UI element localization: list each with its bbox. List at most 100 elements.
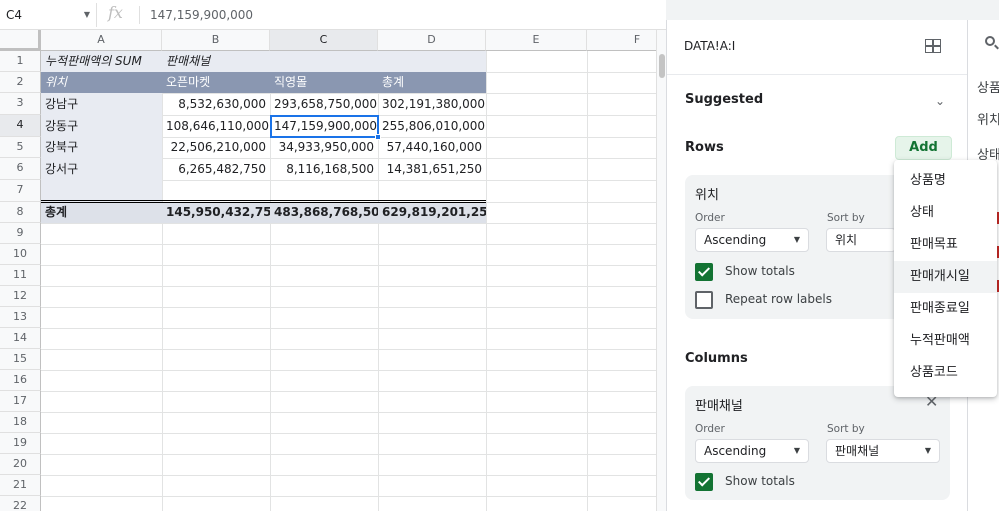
sort-by-select[interactable]: 판매채널 ▼ xyxy=(826,439,940,463)
pivot-column-field[interactable]: 판매채널 xyxy=(162,51,270,72)
pivot-row-label[interactable]: 강동구 xyxy=(41,116,162,137)
dropdown-item[interactable]: 판매목표 xyxy=(894,229,997,261)
row-header[interactable]: 14 xyxy=(0,328,41,349)
col-header-c[interactable]: C xyxy=(270,30,378,51)
pivot-cell[interactable]: 108,646,110,000 xyxy=(162,116,270,137)
repeat-labels-checkbox[interactable] xyxy=(695,291,713,309)
scrollbar-thumb[interactable] xyxy=(659,54,665,78)
formula-divider xyxy=(139,6,140,24)
sort-by-select[interactable]: 위치 xyxy=(826,228,896,252)
dropdown-arrow-icon: ▼ xyxy=(924,446,931,455)
fill-handle[interactable] xyxy=(375,134,381,140)
row-header[interactable]: 8 xyxy=(0,202,41,223)
show-totals-checkbox[interactable] xyxy=(695,263,713,281)
order-value: Ascending xyxy=(704,233,767,247)
pivot-cell[interactable]: 14,381,651,250 xyxy=(378,159,486,180)
row-header[interactable]: 22 xyxy=(0,496,41,511)
pivot-value-label[interactable]: 누적판매액의 SUM xyxy=(41,51,162,72)
add-row-button[interactable]: Add xyxy=(895,136,952,160)
pivot-cell[interactable]: 57,440,160,000 xyxy=(378,137,486,158)
pivot-cell[interactable]: 293,658,750,000 xyxy=(270,94,378,115)
order-value: Ascending xyxy=(704,444,767,458)
formula-bar: C4 ▼ fx 147,159,900,000 xyxy=(0,0,666,30)
row-header[interactable]: 17 xyxy=(0,391,41,412)
row-header[interactable]: 15 xyxy=(0,349,41,370)
col-header-a[interactable]: A xyxy=(41,30,162,51)
dropdown-item[interactable]: 상품코드 xyxy=(894,357,997,389)
row-header[interactable]: 19 xyxy=(0,433,41,454)
row-header[interactable]: 3 xyxy=(0,93,41,115)
row-header[interactable]: 7 xyxy=(0,180,41,202)
row-header[interactable]: 21 xyxy=(0,475,41,496)
search-icon[interactable] xyxy=(985,36,995,46)
suggested-title[interactable]: Suggested xyxy=(685,92,763,107)
row-header[interactable]: 1 xyxy=(0,51,41,72)
pivot-total-cell[interactable]: 629,819,201,250 xyxy=(378,202,486,223)
dropdown-arrow-icon: ▼ xyxy=(793,446,800,455)
pivot-row-label[interactable]: 강남구 xyxy=(41,94,162,115)
gridline xyxy=(41,475,656,476)
pivot-cell[interactable]: 302,191,380,000 xyxy=(378,94,486,115)
row-header[interactable]: 13 xyxy=(0,307,41,328)
pivot-grand-total-label[interactable]: 총계 xyxy=(41,202,162,223)
row-header[interactable]: 16 xyxy=(0,370,41,391)
pivot-row-field[interactable]: 위치 xyxy=(41,72,162,93)
col-header-d[interactable]: D xyxy=(378,30,486,51)
sheet-grid[interactable]: A B C D E F 1 2 3 4 5 6 7 8 9 10 11 12 1… xyxy=(0,30,656,511)
row-header[interactable]: 2 xyxy=(0,72,41,93)
add-field-dropdown: 상품명 상태 판매목표 판매개시일 판매종료일 누적판매액 상품코드 xyxy=(894,160,997,397)
column-field-card: 판매채널 ✕ Order Ascending ▼ Sort by 판매채널 ▼ … xyxy=(685,386,950,500)
field-item[interactable]: 상품 xyxy=(977,77,999,96)
row-field-title: 위치 xyxy=(695,188,719,203)
dropdown-item[interactable]: 판매종료일 xyxy=(894,293,997,325)
data-range[interactable]: DATA!A:I xyxy=(684,39,735,53)
pivot-col-header[interactable]: 직영몰 xyxy=(270,72,378,93)
row-header[interactable]: 20 xyxy=(0,454,41,475)
row-header[interactable]: 10 xyxy=(0,244,41,265)
order-select[interactable]: Ascending ▼ xyxy=(695,439,809,463)
show-totals-checkbox[interactable] xyxy=(695,473,713,491)
pivot-cell[interactable]: 255,806,010,000 xyxy=(378,116,486,137)
pivot-cell[interactable]: 22,506,210,000 xyxy=(162,137,270,158)
col-header-e[interactable]: E xyxy=(486,30,587,51)
repeat-labels-label: Repeat row labels xyxy=(725,292,832,306)
gridline xyxy=(41,349,656,350)
name-box[interactable]: C4 ▼ xyxy=(0,3,97,27)
row-header[interactable]: 11 xyxy=(0,265,41,286)
dropdown-item-hovered[interactable]: 판매개시일 xyxy=(894,261,997,293)
divider xyxy=(667,74,968,75)
formula-input[interactable]: 147,159,900,000 xyxy=(150,8,253,22)
sort-by-value: 판매채널 xyxy=(835,444,880,458)
order-select[interactable]: Ascending ▼ xyxy=(695,228,809,252)
fx-icon: fx xyxy=(108,3,123,22)
row-header[interactable]: 18 xyxy=(0,412,41,433)
field-item[interactable]: 위치 xyxy=(977,109,999,128)
row-header[interactable]: 9 xyxy=(0,223,41,244)
gridline xyxy=(41,433,656,434)
dropdown-item[interactable]: 상태 xyxy=(894,197,997,229)
row-header[interactable]: 5 xyxy=(0,137,41,158)
row-header[interactable]: 4 xyxy=(0,115,41,137)
pivot-total-cell[interactable]: 145,950,432,750 xyxy=(162,202,270,223)
chevron-down-icon[interactable]: ⌄ xyxy=(935,94,945,108)
pivot-col-header[interactable]: 총계 xyxy=(378,72,486,93)
dropdown-item[interactable]: 누적판매액 xyxy=(894,325,997,357)
row-header[interactable]: 12 xyxy=(0,286,41,307)
dropdown-item[interactable]: 상품명 xyxy=(894,165,997,197)
sort-by-value: 위치 xyxy=(835,233,858,247)
pivot-col-header[interactable]: 오픈마켓 xyxy=(162,72,270,93)
pivot-row-label[interactable]: 강서구 xyxy=(41,159,162,180)
pivot-cell[interactable]: 8,532,630,000 xyxy=(162,94,270,115)
col-header-f[interactable]: F xyxy=(587,30,656,51)
column-field-title: 판매채널 xyxy=(695,399,743,414)
pivot-cell[interactable]: 8,116,168,500 xyxy=(270,159,378,180)
select-all-corner[interactable] xyxy=(0,30,41,51)
col-header-b[interactable]: B xyxy=(162,30,270,51)
pivot-row-label[interactable]: 강북구 xyxy=(41,137,162,158)
grid-select-icon[interactable] xyxy=(925,39,941,53)
row-header[interactable]: 6 xyxy=(0,158,41,180)
vertical-scrollbar[interactable] xyxy=(656,30,666,511)
pivot-cell[interactable]: 34,933,950,000 xyxy=(270,137,378,158)
pivot-cell[interactable]: 6,265,482,750 xyxy=(162,159,270,180)
pivot-total-cell[interactable]: 483,868,768,500 xyxy=(270,202,378,223)
